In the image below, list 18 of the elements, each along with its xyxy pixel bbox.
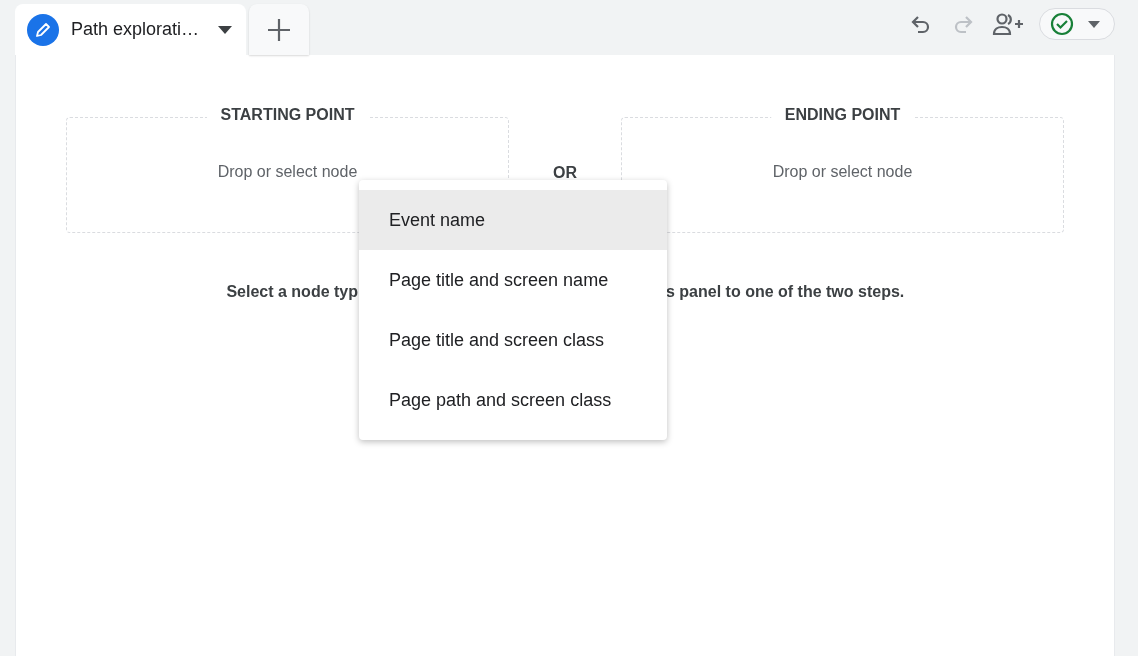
status-button[interactable] [1039,8,1115,40]
menu-item[interactable]: Page title and screen class [359,310,667,370]
separator-label: OR [552,164,578,182]
instruction-text: s panel to one of the two steps. [666,283,905,300]
pencil-icon [27,13,59,46]
caret-icon [1088,20,1100,28]
share-button[interactable] [991,10,1025,38]
caret-icon [218,25,232,34]
add-tab-button[interactable] [249,4,309,55]
instruction-text: Select a node typ [226,283,358,300]
check-circle-icon [1050,12,1074,36]
menu-item[interactable]: Page title and screen name [359,250,667,310]
menu-item[interactable]: Event name [359,190,667,250]
drop-hint: Drop or select node [217,163,358,182]
drop-hint: Drop or select node [772,163,913,182]
plus-icon [268,18,290,41]
menu-item[interactable]: Page path and screen class [359,370,667,430]
tab[interactable]: Path explorati… [15,4,246,55]
